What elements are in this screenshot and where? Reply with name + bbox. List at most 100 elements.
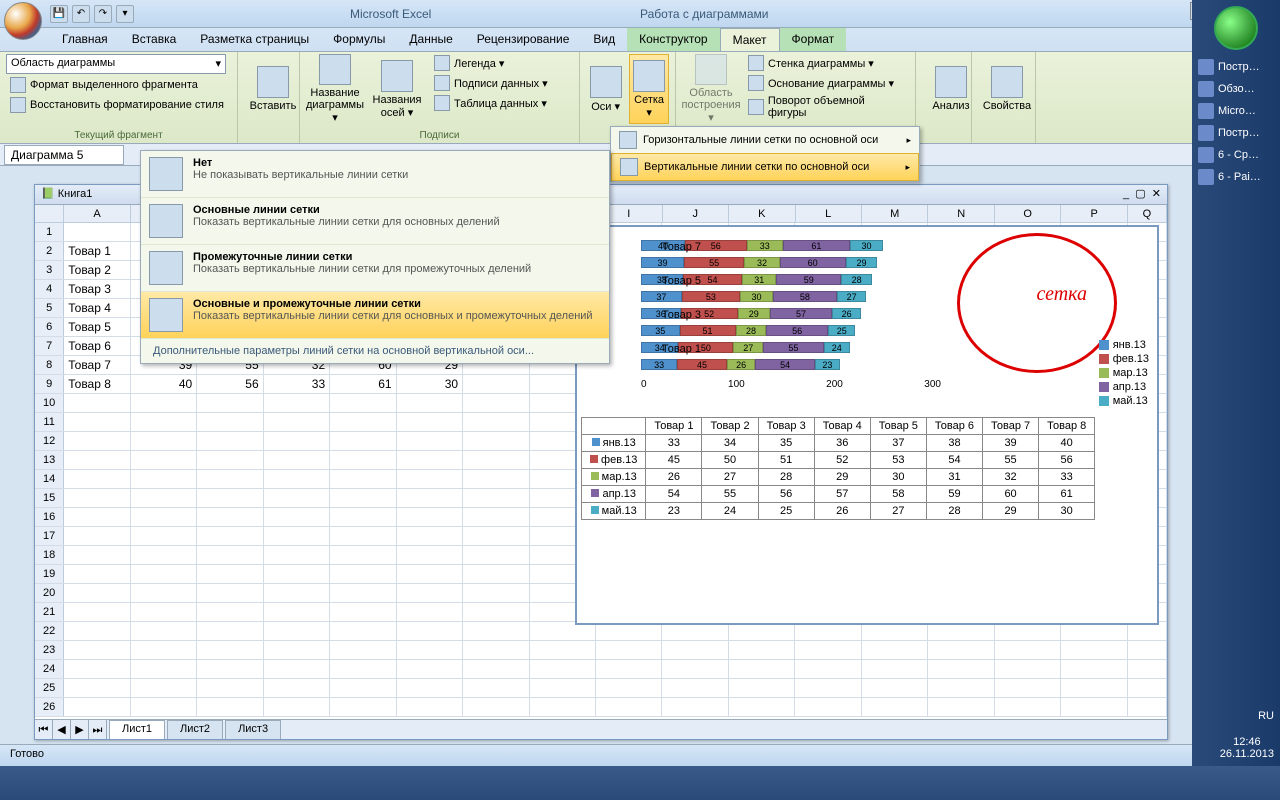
cell[interactable]: Товар 2 [64,261,130,279]
column-header[interactable]: J [663,205,729,222]
row-header[interactable]: 12 [35,432,64,450]
cell[interactable] [1061,641,1127,659]
cell[interactable] [995,679,1061,697]
cell[interactable] [530,698,596,716]
cell[interactable] [330,546,396,564]
axis-title-button[interactable]: Названия осей ▾ [368,54,426,124]
row-header[interactable]: 13 [35,451,64,469]
cell[interactable]: 56 [197,375,263,393]
cell[interactable] [463,565,529,583]
cell[interactable] [596,660,662,678]
cell[interactable] [1061,660,1127,678]
cell[interactable] [264,565,330,583]
cell[interactable] [729,679,795,697]
cell[interactable] [330,603,396,621]
horizontal-gridlines-item[interactable]: Горизонтальные линии сетки по основной о… [611,127,919,153]
cell[interactable] [131,660,197,678]
cell[interactable]: Товар 4 [64,299,130,317]
cell[interactable] [197,660,263,678]
cell[interactable] [463,622,529,640]
cell[interactable]: 40 [131,375,197,393]
cell[interactable] [64,508,130,526]
cell[interactable] [197,603,263,621]
cell[interactable] [197,679,263,697]
sidebar-item[interactable]: Постр… [1192,122,1280,144]
cell[interactable] [330,584,396,602]
cell[interactable] [463,451,529,469]
cell[interactable] [795,679,861,697]
row-header[interactable]: 6 [35,318,64,336]
row-header[interactable]: 22 [35,622,64,640]
row-header[interactable]: 2 [35,242,64,260]
row-header[interactable]: 21 [35,603,64,621]
cell[interactable] [397,451,463,469]
cell[interactable] [264,546,330,564]
cell[interactable] [995,660,1061,678]
cell[interactable] [330,508,396,526]
cell[interactable]: Товар 6 [64,337,130,355]
column-header[interactable]: K [729,205,795,222]
cell[interactable] [131,413,197,431]
cell[interactable] [1061,679,1127,697]
row-header[interactable]: 7 [35,337,64,355]
row-header[interactable]: 19 [35,565,64,583]
row-header[interactable]: 10 [35,394,64,412]
cell[interactable] [662,679,728,697]
cell[interactable] [197,527,263,545]
cell[interactable] [862,698,928,716]
cell[interactable] [995,641,1061,659]
cell[interactable] [131,584,197,602]
grid-major-item[interactable]: Основные линии сеткиПоказать вертикальны… [141,198,609,245]
ribbon-tab[interactable]: Вид [581,28,627,51]
cell[interactable] [197,641,263,659]
cell[interactable] [928,679,994,697]
save-icon[interactable]: 💾 [50,5,68,23]
cell[interactable] [197,470,263,488]
cell[interactable] [330,432,396,450]
cell[interactable] [131,489,197,507]
insert-button[interactable]: Вставить [244,54,302,124]
cell[interactable] [131,508,197,526]
column-header[interactable]: P [1061,205,1127,222]
cell[interactable] [131,698,197,716]
cell[interactable] [264,622,330,640]
cell[interactable] [463,584,529,602]
cell[interactable] [64,394,130,412]
sheet-tab[interactable]: Лист1 [109,720,165,739]
cell[interactable] [662,660,728,678]
column-header[interactable]: N [928,205,994,222]
cell[interactable] [463,660,529,678]
cell[interactable] [397,603,463,621]
cell[interactable] [131,622,197,640]
data-labels-button[interactable]: Подписи данных ▾ [430,74,552,92]
cell[interactable] [463,375,529,393]
cell[interactable] [264,679,330,697]
row-header[interactable]: 8 [35,356,64,374]
cell[interactable] [596,641,662,659]
column-header[interactable]: O [995,205,1061,222]
cell[interactable] [264,584,330,602]
chart-title-button[interactable]: Название диаграммы ▾ [306,54,364,124]
cell[interactable] [131,451,197,469]
cell[interactable] [397,508,463,526]
cell[interactable] [330,660,396,678]
row-header[interactable]: 3 [35,261,64,279]
cell[interactable] [397,565,463,583]
cell[interactable] [463,546,529,564]
cell[interactable] [662,698,728,716]
tab-next-icon[interactable]: ▶ [71,720,89,739]
cell[interactable] [264,413,330,431]
cell[interactable] [928,641,994,659]
ribbon-tab[interactable]: Формулы [321,28,397,51]
cell[interactable] [64,565,130,583]
cell[interactable] [197,394,263,412]
cell[interactable] [64,451,130,469]
sheet-tab[interactable]: Лист3 [225,720,281,739]
cell[interactable] [64,470,130,488]
cell[interactable] [1061,698,1127,716]
column-header[interactable]: A [64,205,130,222]
cell[interactable] [131,394,197,412]
cell[interactable] [264,660,330,678]
cell[interactable] [330,451,396,469]
row-header[interactable]: 15 [35,489,64,507]
